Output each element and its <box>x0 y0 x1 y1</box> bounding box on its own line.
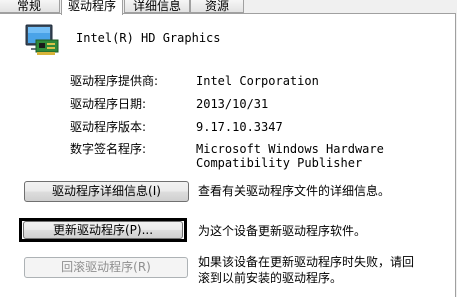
date-value: 2013/10/31 <box>196 97 269 111</box>
rollback-driver-button[interactable]: 回滚驱动程序(R) <box>24 257 188 278</box>
date-label: 驱动程序日期: <box>70 97 147 111</box>
version-value: 9.17.10.3347 <box>196 120 283 134</box>
tab-details[interactable]: 详细信息 <box>124 0 190 13</box>
version-label: 驱动程序版本: <box>70 120 147 134</box>
driver-details-button[interactable]: 驱动程序详细信息(I) <box>24 181 189 202</box>
provider-value: Intel Corporation <box>196 74 319 88</box>
update-driver-description: 为这个设备更新驱动程序软件。 <box>198 224 367 238</box>
tab-driver[interactable]: 驱动程序 <box>61 0 123 15</box>
tab-general[interactable]: 常规 <box>0 0 60 13</box>
rollback-driver-description: 如果该设备在更新驱动程序时失败，请回 滚到以前安装的驱动程序。 <box>198 255 415 285</box>
tab-strip: 常规 驱动程序 详细信息 资源 <box>0 0 457 15</box>
provider-label: 驱动程序提供商: <box>70 74 159 88</box>
display-adapter-icon <box>25 24 59 55</box>
update-driver-button[interactable]: 更新驱动程序(P)... <box>23 221 183 239</box>
signer-label: 数字签名程序: <box>70 142 147 156</box>
signer-value: Microsoft Windows Hardware Compatibility… <box>196 142 384 170</box>
device-name: Intel(R) HD Graphics <box>76 31 221 45</box>
driver-details-description: 查看有关驱动程序文件的详细信息。 <box>198 184 391 198</box>
tab-resources[interactable]: 资源 <box>190 0 244 13</box>
